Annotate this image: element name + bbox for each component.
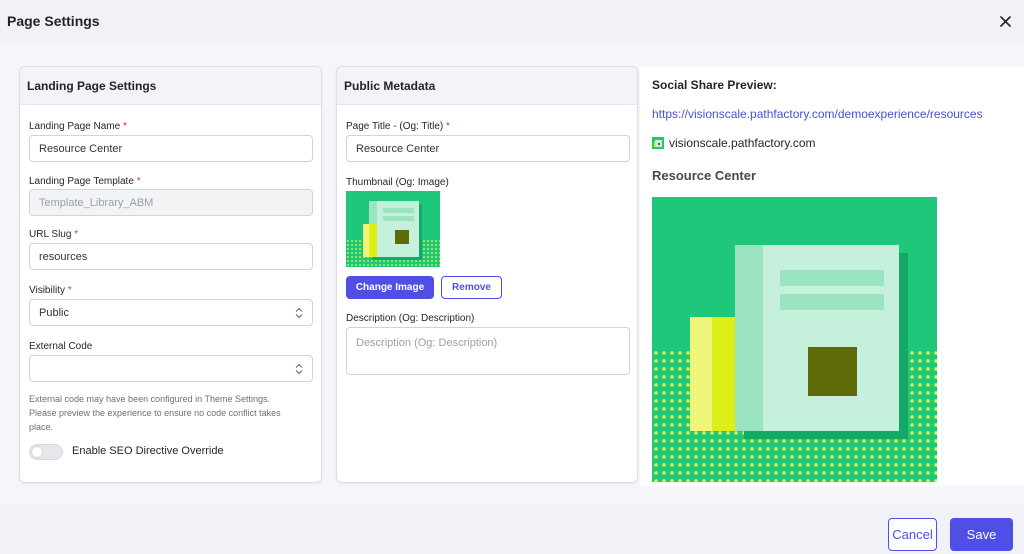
page-title-label: Page Title - (Og: Title) * [346, 121, 450, 132]
thumbnail-image [346, 191, 440, 267]
thumbnail-label: Thumbnail (Og: Image) [346, 177, 449, 188]
site-favicon-icon [652, 137, 664, 149]
seo-directive-toggle-label: Enable SEO Directive Override [72, 445, 224, 457]
preview-illustration [652, 197, 937, 482]
visibility-label: Visibility * [29, 285, 72, 296]
social-share-preview-heading: Social Share Preview: [652, 78, 777, 92]
social-share-preview-url[interactable]: https://visionscale.pathfactory.com/demo… [652, 107, 983, 121]
select-arrows-icon [295, 363, 303, 375]
landing-page-template-input: Template_Library_ABM [29, 189, 313, 216]
save-button[interactable]: Save [950, 518, 1013, 551]
page-title-input[interactable]: Resource Center [346, 135, 630, 162]
select-arrows-icon [295, 307, 303, 319]
change-image-button[interactable]: Change Image [346, 276, 434, 299]
social-share-domain-text: visionscale.pathfactory.com [669, 136, 816, 150]
public-metadata-header: Public Metadata [337, 67, 637, 105]
thumbnail-illustration [346, 191, 440, 267]
landing-page-template-label: Landing Page Template * [29, 176, 141, 187]
landing-page-settings-header: Landing Page Settings [20, 67, 321, 105]
seo-directive-toggle[interactable] [29, 444, 63, 460]
social-share-preview-image [652, 197, 937, 482]
landing-page-name-input[interactable]: Resource Center [29, 135, 313, 162]
modal-body: Landing Page Settings Landing Page Name … [0, 42, 1024, 504]
modal-header: Page Settings [0, 0, 1024, 42]
external-code-helper-text: External code may have been configured i… [29, 394, 281, 432]
landing-page-settings-card: Landing Page Settings Landing Page Name … [19, 66, 322, 483]
close-button[interactable] [995, 11, 1015, 31]
close-icon [999, 15, 1011, 27]
modal-title: Page Settings [7, 13, 100, 29]
public-metadata-card: Public Metadata Page Title - (Og: Title)… [336, 66, 638, 483]
description-label: Description (Og: Description) [346, 313, 475, 324]
modal-footer: Cancel Save [0, 504, 1024, 554]
external-code-select[interactable] [29, 355, 313, 382]
description-textarea[interactable]: Description (Og: Description) [346, 327, 630, 375]
remove-image-button[interactable]: Remove [441, 276, 502, 299]
visibility-select[interactable]: Public [29, 299, 313, 326]
social-share-preview-title: Resource Center [652, 168, 757, 183]
url-slug-input[interactable]: resources [29, 243, 313, 270]
social-share-domain: visionscale.pathfactory.com [652, 136, 816, 150]
visibility-value: Public [39, 306, 69, 319]
landing-page-name-label: Landing Page Name * [29, 121, 127, 132]
url-slug-label: URL Slug * [29, 229, 79, 240]
external-code-label: External Code [29, 341, 93, 352]
cancel-button[interactable]: Cancel [888, 518, 937, 551]
